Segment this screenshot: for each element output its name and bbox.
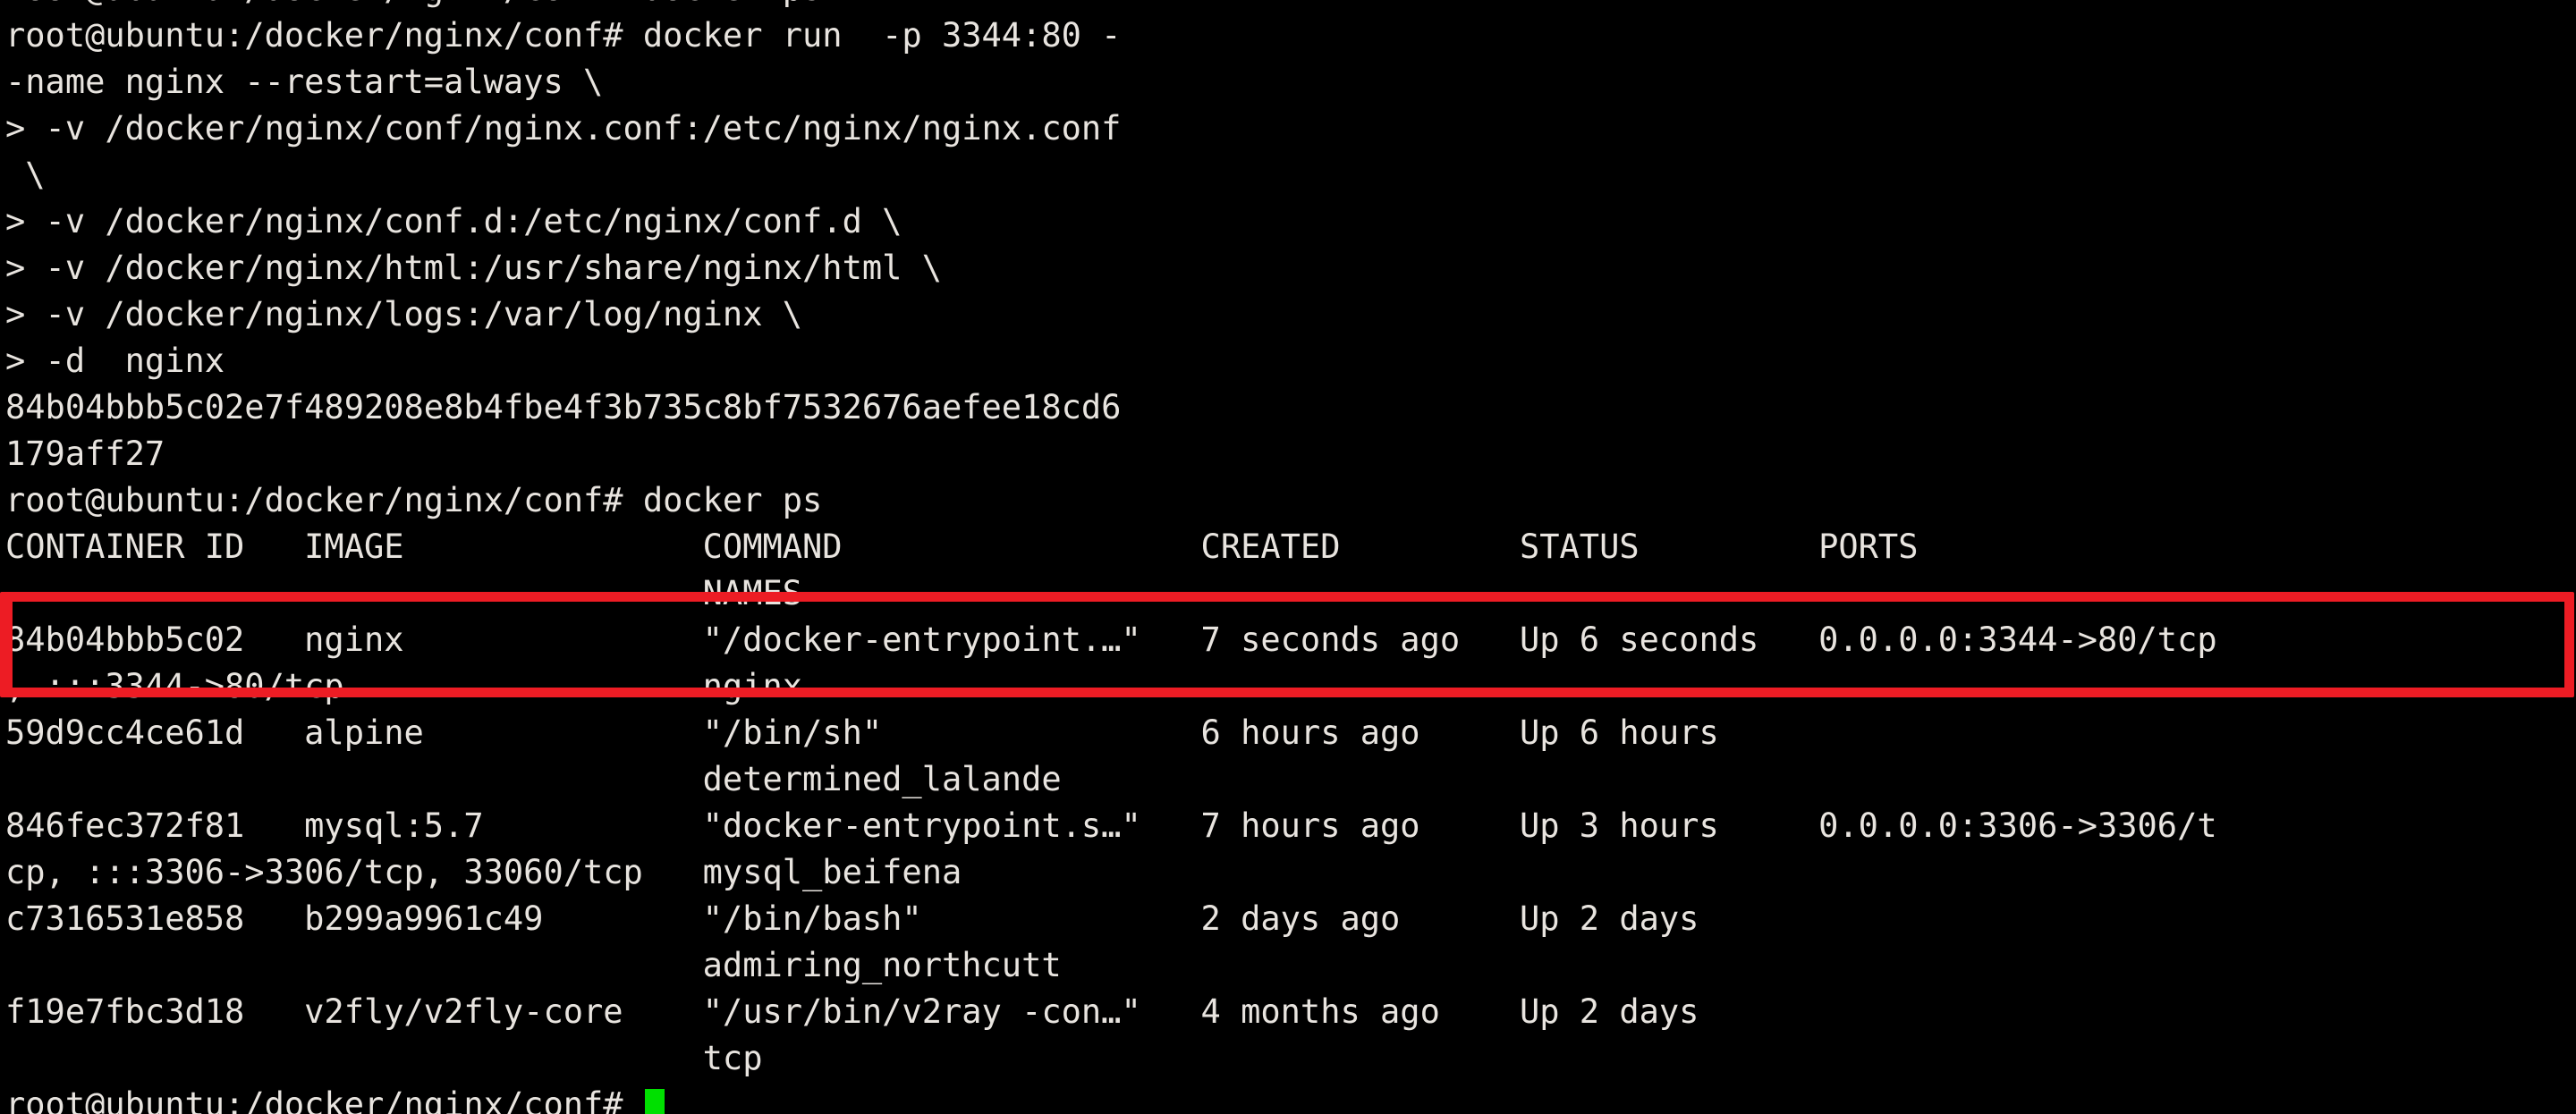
terminal-line-clipped: root@ubuntu:/docker/nginx/conf# docker p…	[5, 0, 2576, 13]
terminal-line-run-cmd-5: > -v /docker/nginx/conf.d:/etc/nginx/con…	[5, 202, 902, 241]
table-row-mysql-line1: 846fec372f81 mysql:5.7 "docker-entrypoin…	[5, 806, 2217, 845]
ps-table-header: CONTAINER ID IMAGE COMMAND CREATED STATU…	[5, 527, 1919, 566]
terminal-line-run-cmd-1: root@ubuntu:/docker/nginx/conf# docker r…	[5, 16, 1122, 55]
terminal-prompt-line[interactable]: root@ubuntu:/docker/nginx/conf#	[5, 1082, 2576, 1114]
terminal-line-run-cmd-2: -name nginx --restart=always \	[5, 63, 604, 101]
terminal-line-container-hash-1: 84b04bbb5c02e7f489208e8b4fbe4f3b735c8bf7…	[5, 388, 1122, 426]
table-row-bash-line1: c7316531e858 b299a9961c49 "/bin/bash" 2 …	[5, 899, 1699, 938]
ps-table-header-wrap: NAMES	[5, 574, 803, 612]
terminal-window[interactable]: root@ubuntu:/docker/nginx/conf# docker p…	[0, 0, 2576, 1114]
table-row-alpine-line2: determined_lalande	[5, 760, 1062, 798]
terminal-line-run-cmd-7: > -v /docker/nginx/logs:/var/log/nginx \	[5, 295, 803, 333]
table-row-nginx-line2: , :::3344->80/tcp nginx	[5, 667, 803, 705]
terminal-line-ps-command: root@ubuntu:/docker/nginx/conf# docker p…	[5, 481, 823, 519]
terminal-line-run-cmd-3: > -v /docker/nginx/conf/nginx.conf:/etc/…	[5, 109, 1122, 148]
table-row-v2fly-line2: tcp	[5, 1039, 763, 1077]
table-row-alpine-line1: 59d9cc4ce61d alpine "/bin/sh" 6 hours ag…	[5, 713, 1719, 752]
prompt-text: root@ubuntu:/docker/nginx/conf#	[5, 1085, 643, 1114]
terminal-line-run-cmd-6: > -v /docker/nginx/html:/usr/share/nginx…	[5, 249, 942, 287]
table-row-bash-line2: admiring_northcutt	[5, 946, 1062, 984]
table-row-mysql-line2: cp, :::3306->3306/tcp, 33060/tcp mysql_b…	[5, 853, 962, 891]
table-row-nginx-line1: 84b04bbb5c02 nginx "/docker-entrypoint.……	[5, 620, 2217, 659]
terminal-line-run-cmd-4: \	[5, 156, 46, 194]
text-cursor	[644, 1089, 665, 1114]
terminal-line-container-hash-2: 179aff27	[5, 435, 165, 473]
scrollback-clipped-line: root@ubuntu:/docker/nginx/conf# docker p…	[5, 0, 2576, 13]
table-row-v2fly-line1: f19e7fbc3d18 v2fly/v2fly-core "/usr/bin/…	[5, 992, 1699, 1031]
terminal-line-run-cmd-8: > -d nginx	[5, 342, 225, 380]
